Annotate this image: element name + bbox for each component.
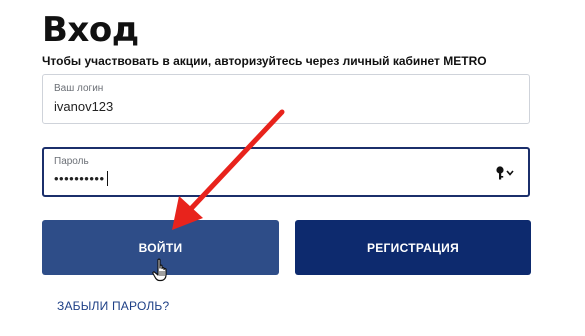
- text-caret: [106, 171, 108, 186]
- password-field-label: Пароль: [54, 156, 89, 167]
- login-field[interactable]: Ваш логин ivanov123: [42, 74, 530, 124]
- register-button[interactable]: РЕГИСТРАЦИЯ: [295, 220, 531, 275]
- hand-cursor-icon: [152, 258, 167, 282]
- password-field-value[interactable]: ••••••••••: [54, 171, 108, 186]
- chevron-down-icon: [506, 170, 514, 176]
- forgot-password-link[interactable]: ЗАБЫЛИ ПАРОЛЬ?: [57, 299, 169, 313]
- password-masked-text: ••••••••••: [54, 171, 105, 186]
- page-subtitle: Чтобы участвовать в акции, авторизуйтесь…: [42, 54, 487, 68]
- key-icon: [495, 166, 505, 180]
- password-visibility-toggle[interactable]: [495, 166, 514, 180]
- login-field-value[interactable]: ivanov123: [54, 99, 113, 114]
- page-title: Вход: [42, 10, 139, 50]
- password-field[interactable]: Пароль ••••••••••: [42, 147, 530, 197]
- login-field-label: Ваш логин: [54, 83, 104, 94]
